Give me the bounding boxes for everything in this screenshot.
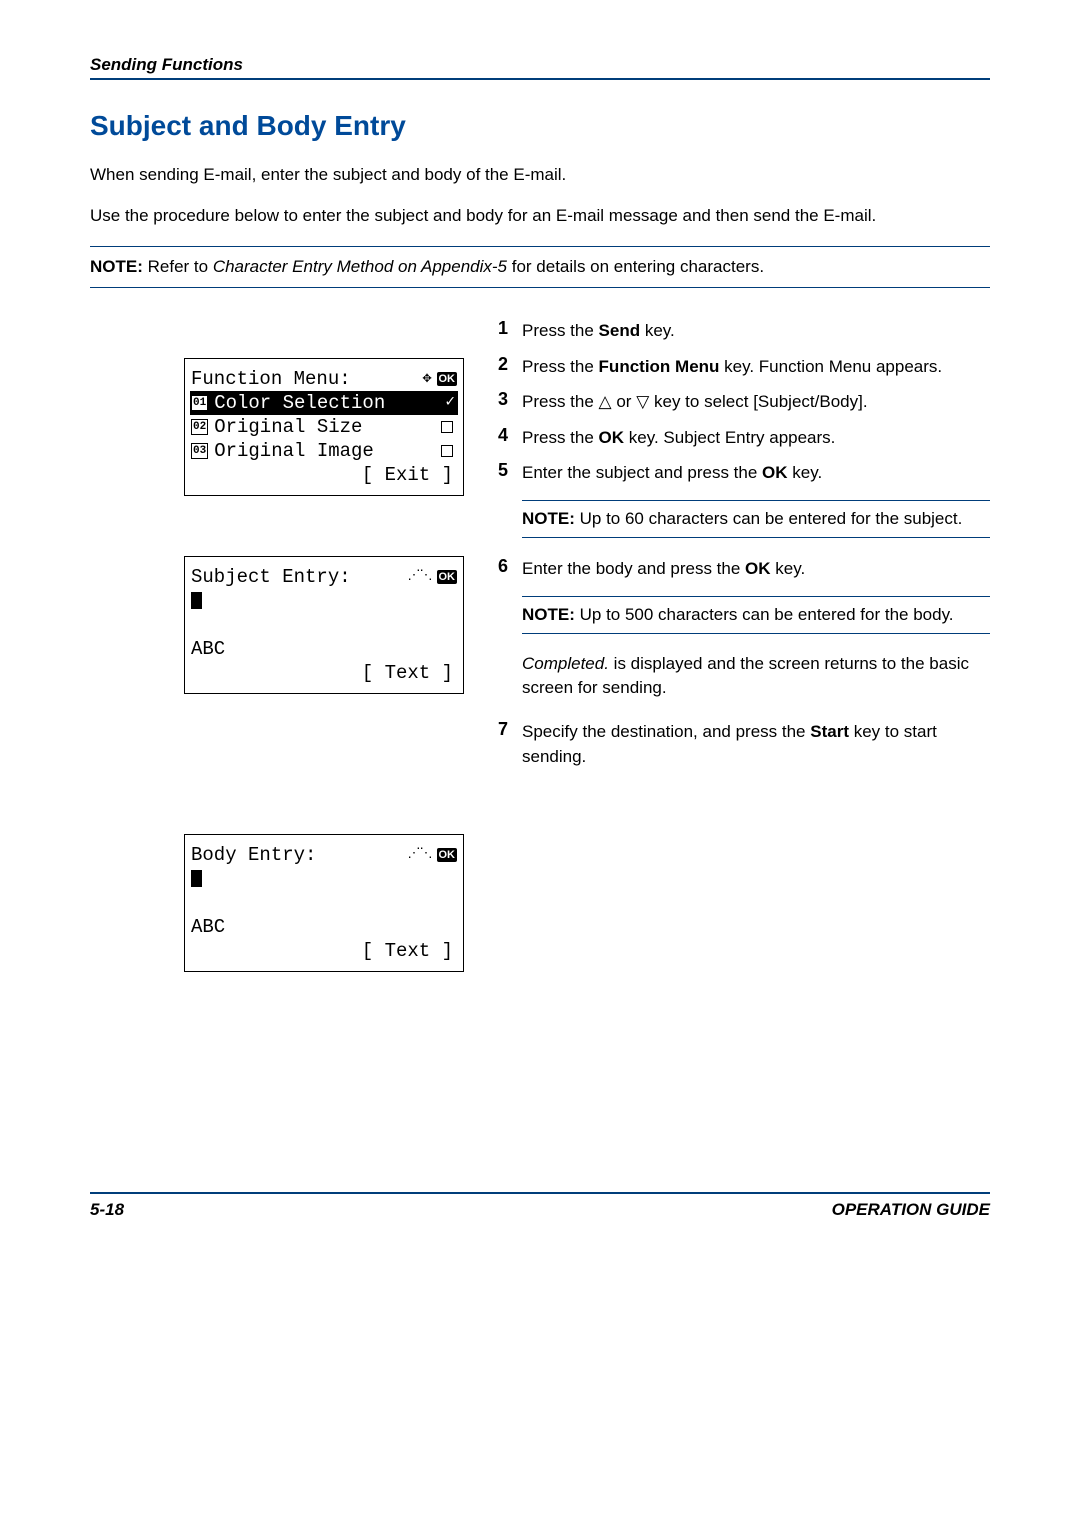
step-2: 2 Press the Function Menu key. Function … xyxy=(480,354,990,380)
note-label: NOTE: xyxy=(522,509,575,528)
item-number-badge: 03 xyxy=(191,443,208,459)
checkbox-icon xyxy=(441,445,453,457)
up-triangle-icon: △ xyxy=(599,392,612,411)
page-footer: 5-18 OPERATION GUIDE xyxy=(90,1192,990,1220)
step-number: 5 xyxy=(480,460,522,486)
item-number-badge: 01 xyxy=(191,395,208,411)
lcd1-item-3-label: Original Image xyxy=(214,439,374,464)
page-number: 5-18 xyxy=(90,1200,124,1220)
lcd-function-menu: Function Menu: ✥ OK 01 Color Selection ✓… xyxy=(184,358,464,496)
step-5: 5 Enter the subject and press the OK key… xyxy=(480,460,990,486)
lcd3-title: Body Entry: xyxy=(191,843,316,868)
lcd2-softkey: [ Text ] xyxy=(191,661,457,685)
ok-badge: OK xyxy=(437,848,458,862)
lcd3-mode: ABC xyxy=(191,915,457,939)
note-label: NOTE: xyxy=(522,605,575,624)
lcd1-softkey: [ Exit ] xyxy=(191,463,457,487)
lcd2-mode: ABC xyxy=(191,637,457,661)
note-rule-top xyxy=(90,246,990,247)
checkbox-icon xyxy=(441,421,453,433)
page-title: Subject and Body Entry xyxy=(90,110,990,142)
top-note: NOTE: Refer to Character Entry Method on… xyxy=(90,257,990,277)
note-rule-bottom xyxy=(90,287,990,288)
step-3: 3 Press the △ or ▽ key to select [Subjec… xyxy=(480,389,990,415)
step-number: 7 xyxy=(480,719,522,769)
step-6: 6 Enter the body and press the OK key. xyxy=(480,556,990,582)
lcd1-item-3: 03 Original Image xyxy=(191,439,457,463)
lcd1-item-2-label: Original Size xyxy=(214,415,362,440)
note-label: NOTE: xyxy=(90,257,143,276)
completed-text: Completed. is displayed and the screen r… xyxy=(522,652,990,701)
nav-icon: ⋰⋱ OK xyxy=(408,568,458,585)
lcd1-item-1-label: Color Selection xyxy=(214,391,385,416)
note-post: for details on entering characters. xyxy=(507,257,764,276)
note-body: NOTE: Up to 500 characters can be entere… xyxy=(522,596,990,634)
step-number: 4 xyxy=(480,425,522,451)
step-4: 4 Press the OK key. Subject Entry appear… xyxy=(480,425,990,451)
step-number: 2 xyxy=(480,354,522,380)
nav-icon: ⋰⋱ OK xyxy=(408,846,458,863)
intro-paragraph-1: When sending E-mail, enter the subject a… xyxy=(90,164,990,187)
intro-paragraph-2: Use the procedure below to enter the sub… xyxy=(90,205,990,228)
lcd2-title: Subject Entry: xyxy=(191,565,351,590)
lcd1-item-2: 02 Original Size xyxy=(191,415,457,439)
lcd-subject-entry: Subject Entry: ⋰⋱ OK ABC [ Text ] xyxy=(184,556,464,694)
step-1: 1 Press the Send key. xyxy=(480,318,990,344)
step-number: 3 xyxy=(480,389,522,415)
nav-icon: ✥ OK xyxy=(422,371,457,386)
step-number: 1 xyxy=(480,318,522,344)
lcd3-softkey: [ Text ] xyxy=(191,939,457,963)
check-icon: ✓ xyxy=(445,392,455,413)
cursor-icon xyxy=(191,870,202,887)
ok-badge: OK xyxy=(437,372,458,386)
ok-badge: OK xyxy=(437,570,458,584)
step-number: 6 xyxy=(480,556,522,582)
note-pre: Refer to xyxy=(143,257,213,276)
item-number-badge: 02 xyxy=(191,419,208,435)
step-7: 7 Specify the destination, and press the… xyxy=(480,719,990,769)
note-subject: NOTE: Up to 60 characters can be entered… xyxy=(522,500,990,538)
header-rule xyxy=(90,78,990,80)
section-header: Sending Functions xyxy=(90,55,990,75)
note-reference: Character Entry Method on Appendix-5 xyxy=(213,257,507,276)
cursor-icon xyxy=(191,592,202,609)
lcd1-item-1: 01 Color Selection ✓ xyxy=(190,391,458,415)
lcd-body-entry: Body Entry: ⋰⋱ OK ABC [ Text ] xyxy=(184,834,464,972)
down-triangle-icon: ▽ xyxy=(636,392,649,411)
guide-label: OPERATION GUIDE xyxy=(832,1200,990,1220)
lcd1-title: Function Menu: xyxy=(191,367,351,392)
